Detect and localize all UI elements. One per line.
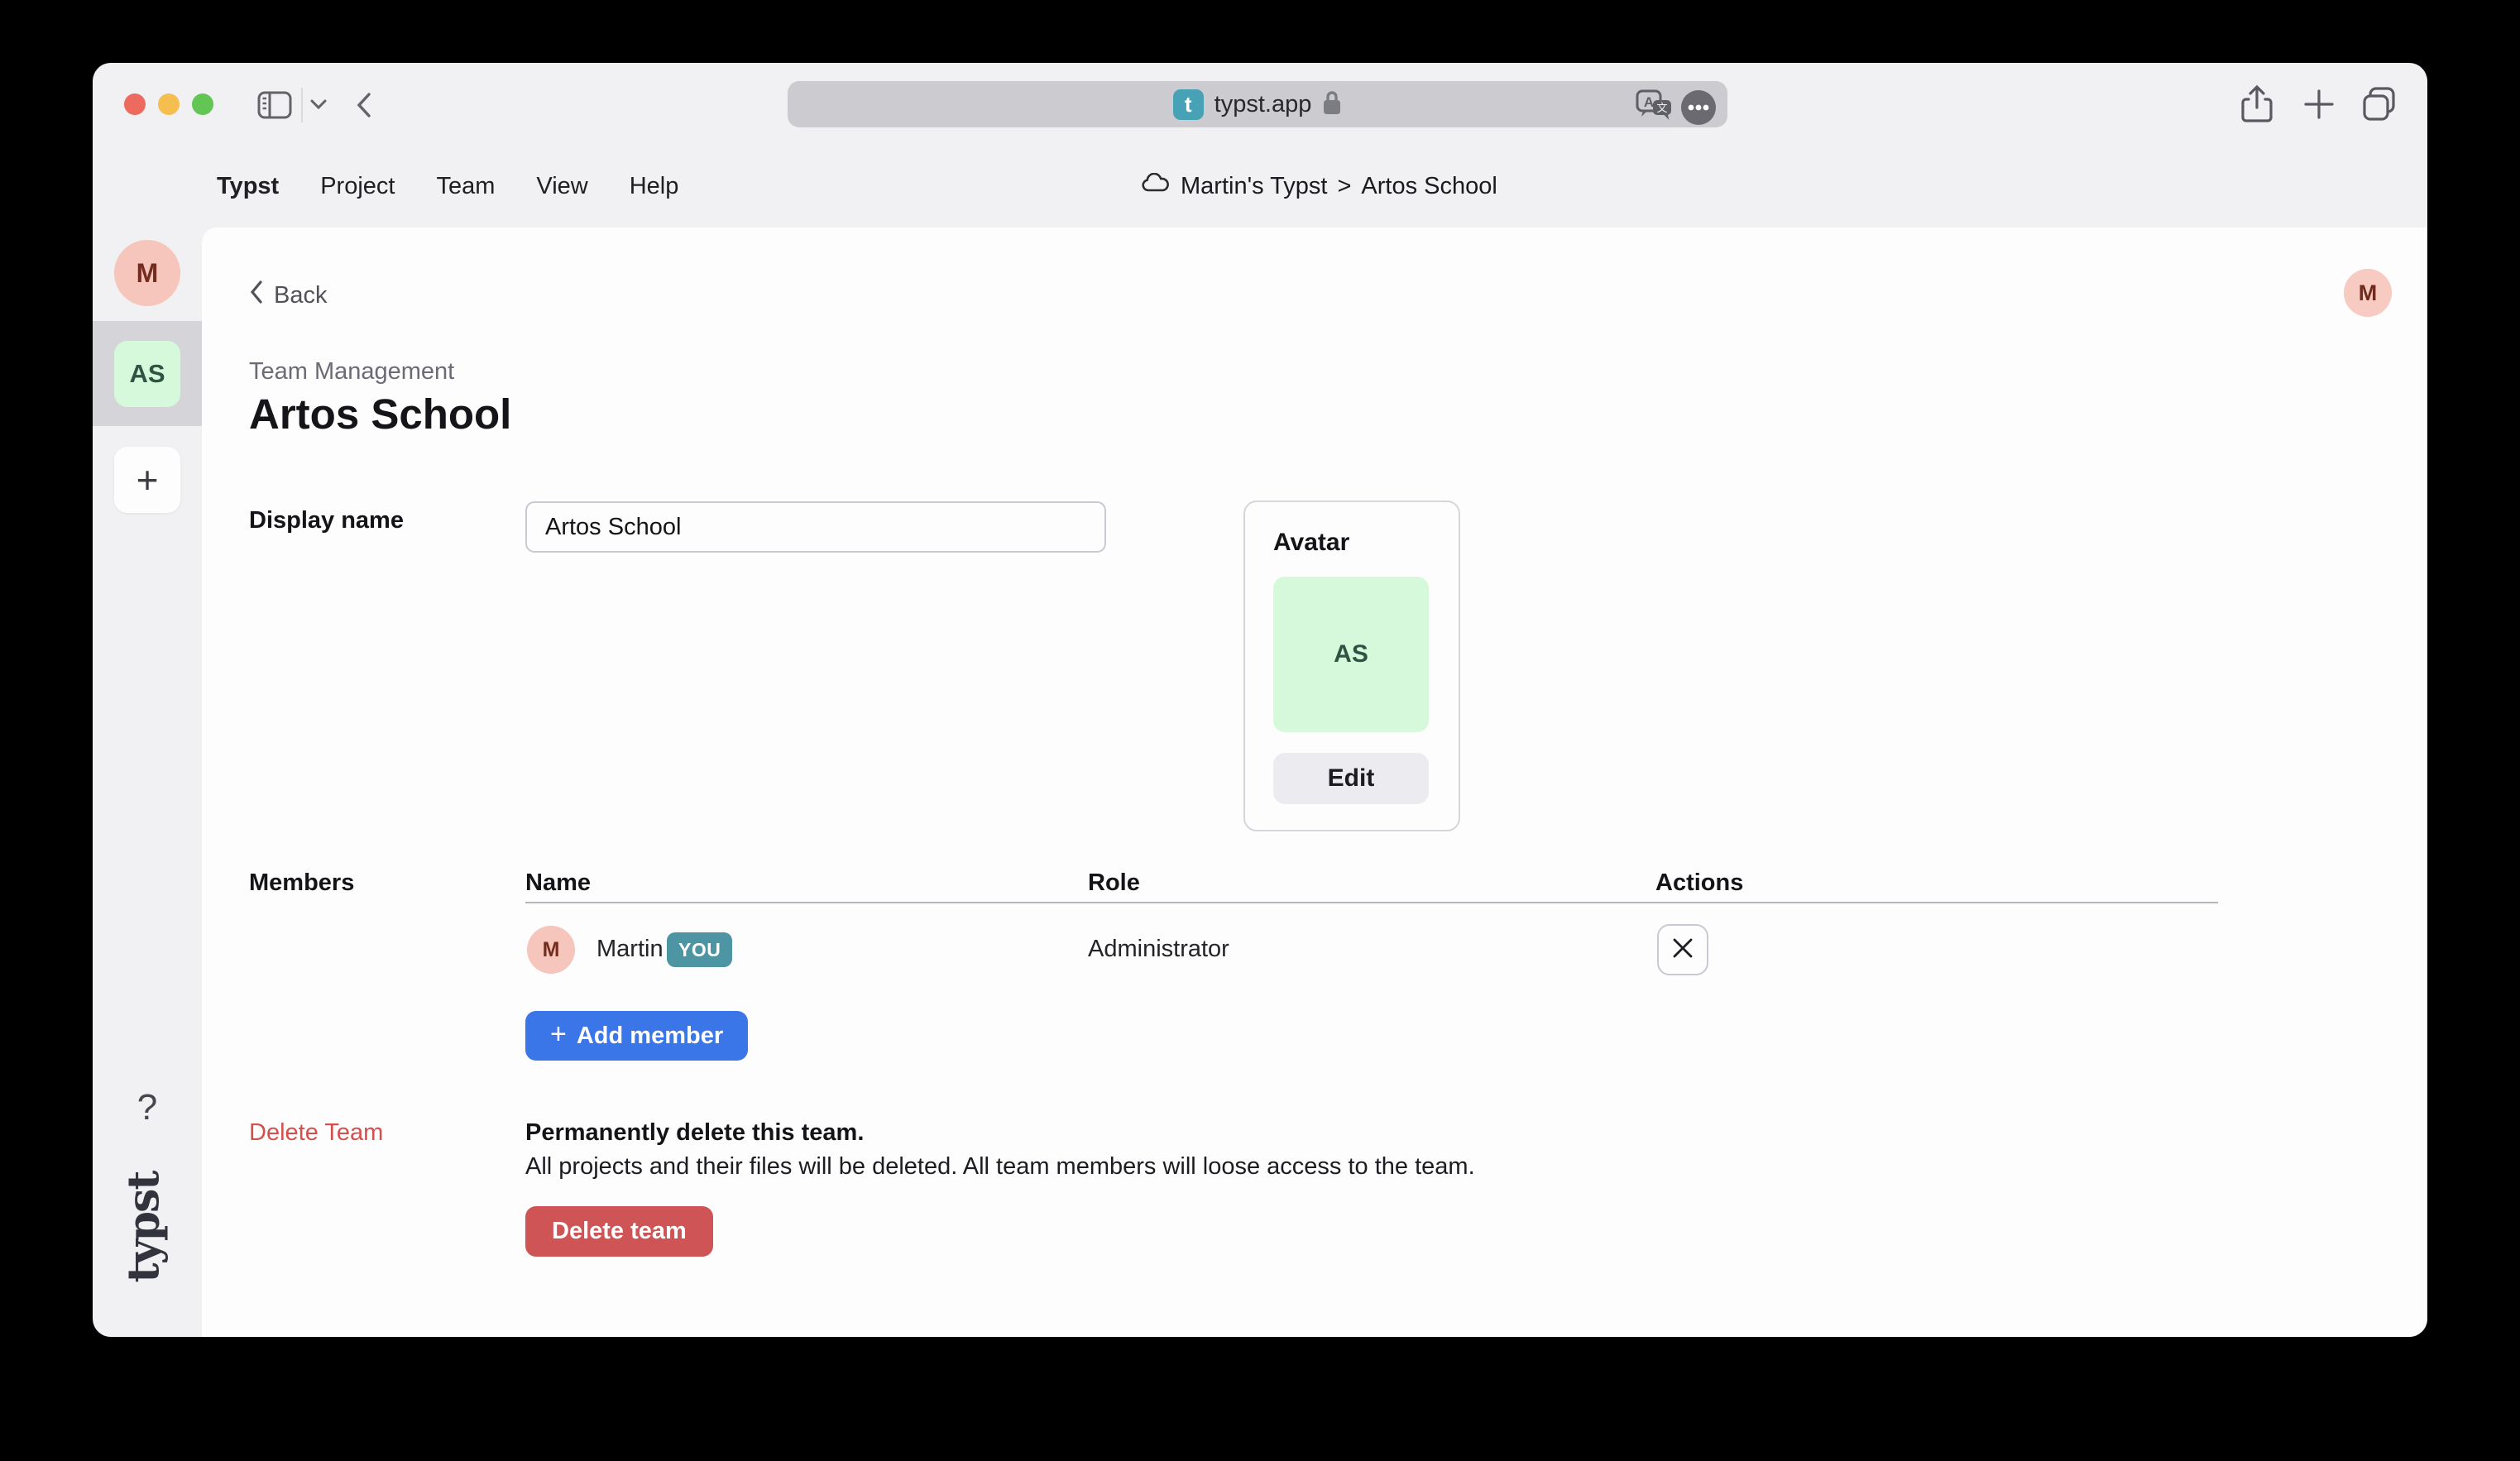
typst-logo: typst: [98, 1168, 189, 1286]
member-role: Administrator: [1088, 936, 1229, 963]
page-settings-icon[interactable]: [1681, 90, 1716, 125]
team-initials: AS: [129, 359, 165, 389]
plus-icon: +: [137, 457, 159, 502]
menu-team[interactable]: Team: [436, 173, 495, 200]
new-tab-icon[interactable]: [2302, 87, 2336, 126]
breadcrumb-team[interactable]: Artos School: [1361, 173, 1497, 200]
account-avatar[interactable]: M: [2344, 269, 2392, 317]
help-button[interactable]: ?: [93, 1087, 202, 1128]
section-label: Team Management: [249, 358, 454, 386]
address-bar[interactable]: t typst.app A 文: [788, 81, 1727, 127]
cloud-icon: [1141, 173, 1171, 201]
sidebar-item-user-workspace[interactable]: M: [114, 240, 180, 306]
toolbar-divider: [301, 88, 303, 122]
table-header-divider: [525, 902, 2218, 903]
lock-icon: [1322, 89, 1342, 120]
main-content: Back M Team Management Artos School Disp…: [202, 228, 2427, 1337]
add-member-button[interactable]: + Add member: [525, 1011, 748, 1061]
plus-icon: +: [550, 1018, 567, 1051]
close-icon: [1672, 937, 1694, 963]
member-name: Martin: [596, 936, 664, 963]
delete-team-button[interactable]: Delete team: [525, 1206, 713, 1257]
team-avatar-initials: AS: [1334, 640, 1368, 668]
translate-icon[interactable]: A 文: [1635, 87, 1676, 127]
add-member-label: Add member: [577, 1023, 723, 1050]
minimize-window-button[interactable]: [158, 93, 180, 115]
browser-toolbar: t typst.app A 文: [93, 63, 2427, 146]
sidebar-item-team-workspace[interactable]: AS: [114, 341, 180, 407]
menu-help[interactable]: Help: [630, 173, 679, 200]
delete-team-label: Delete Team: [249, 1119, 383, 1147]
member-initial: M: [543, 938, 560, 962]
tab-overview-icon[interactable]: [2360, 84, 2399, 128]
breadcrumb-project[interactable]: Martin's Typst: [1181, 173, 1327, 200]
address-bar-actions: A 文: [1635, 87, 1716, 127]
you-badge: YOU: [667, 932, 732, 967]
back-button[interactable]: Back: [249, 279, 327, 312]
remove-member-button[interactable]: [1657, 924, 1708, 975]
site-favicon: t: [1173, 89, 1204, 120]
avatar-card-title: Avatar: [1273, 529, 1349, 557]
chevron-left-icon: [249, 280, 264, 311]
display-name-label: Display name: [249, 507, 404, 534]
back-label: Back: [274, 282, 327, 309]
column-header-role: Role: [1088, 869, 1140, 897]
menu-view[interactable]: View: [536, 173, 587, 200]
zoom-window-button[interactable]: [192, 93, 213, 115]
chevron-down-icon[interactable]: [309, 98, 328, 114]
url-text: typst.app: [1214, 91, 1312, 118]
display-name-input[interactable]: [525, 501, 1106, 553]
add-workspace-button[interactable]: +: [114, 447, 180, 513]
breadcrumb: Martin's Typst > Artos School: [1141, 146, 1497, 228]
delete-headline: Permanently delete this team.: [525, 1119, 864, 1147]
avatar-card: Avatar AS Edit: [1243, 501, 1460, 831]
breadcrumb-separator: >: [1337, 173, 1351, 200]
svg-text:A: A: [1644, 94, 1654, 110]
close-window-button[interactable]: [124, 93, 146, 115]
account-initial: M: [2359, 280, 2378, 306]
page-title: Artos School: [249, 390, 511, 438]
browser-back-icon[interactable]: [356, 92, 372, 122]
typst-wordmark: typst: [119, 1171, 170, 1282]
members-label: Members: [249, 869, 354, 897]
edit-avatar-button[interactable]: Edit: [1273, 753, 1429, 804]
menu-typst[interactable]: Typst: [217, 173, 279, 200]
menu-project[interactable]: Project: [320, 173, 395, 200]
delete-description: All projects and their files will be del…: [525, 1153, 1475, 1181]
sidebar-toggle-icon[interactable]: [257, 91, 292, 123]
team-avatar-preview: AS: [1273, 577, 1429, 732]
menu-list: Typst Project Team View Help: [217, 146, 678, 228]
share-icon[interactable]: [2239, 84, 2275, 128]
column-header-actions: Actions: [1655, 869, 1743, 897]
user-initial: M: [137, 258, 159, 289]
svg-text:文: 文: [1656, 102, 1667, 114]
browser-window: t typst.app A 文: [93, 63, 2427, 1337]
address-bar-content: t typst.app: [788, 81, 1727, 127]
member-avatar: M: [527, 926, 575, 974]
app-menubar: Typst Project Team View Help Martin's Ty…: [93, 146, 2427, 228]
column-header-name: Name: [525, 869, 591, 897]
